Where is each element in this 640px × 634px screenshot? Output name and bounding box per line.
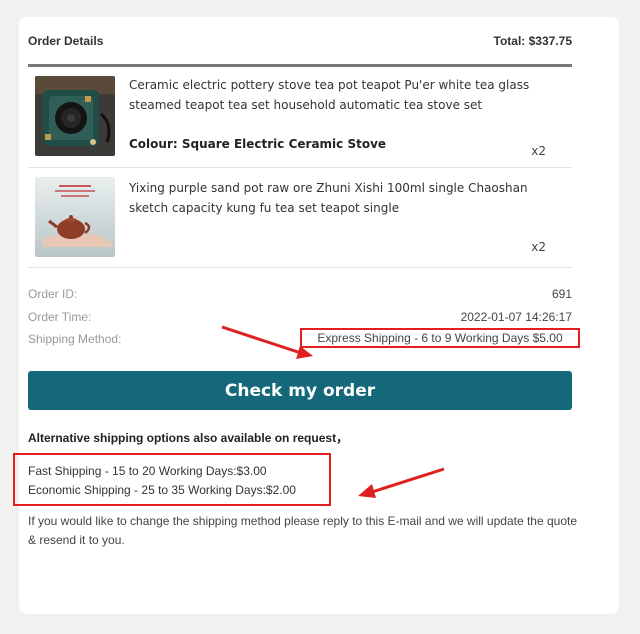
- electric-stove-thumbnail[interactable]: [35, 76, 115, 156]
- order-details-title: Order Details: [28, 34, 104, 48]
- item-quantity: x2: [531, 144, 546, 158]
- order-id-value: 691: [551, 287, 572, 301]
- shipping-method-label: Shipping Method:: [28, 332, 122, 346]
- change-shipping-note: If you would like to change the shipping…: [28, 514, 577, 547]
- item-title[interactable]: Ceramic electric pottery stove tea pot t…: [129, 75, 549, 115]
- shipping-method-value: Express Shipping - 6 to 9 Working Days $…: [317, 331, 563, 345]
- order-time-row: Order Time: 2022-01-07 14:26:17: [28, 309, 572, 325]
- order-id-label: Order ID:: [28, 287, 78, 301]
- order-item[interactable]: Yixing purple sand pot raw ore Zhuni Xis…: [28, 168, 572, 268]
- economic-shipping-option: Economic Shipping - 25 to 35 Working Day…: [28, 483, 296, 497]
- item-variant: Colour: Square Electric Ceramic Stove: [129, 137, 387, 151]
- fast-shipping-option: Fast Shipping - 15 to 20 Working Days:$3…: [28, 464, 267, 478]
- clay-teapot-thumbnail[interactable]: [35, 177, 115, 257]
- order-id-row: Order ID: 691: [28, 286, 572, 302]
- check-my-order-button[interactable]: Check my order: [28, 371, 572, 410]
- order-total: Total: $337.75: [493, 34, 572, 48]
- alternative-shipping-heading: Alternative shipping options also availa…: [28, 431, 349, 445]
- item-title[interactable]: Yixing purple sand pot raw ore Zhuni Xis…: [129, 178, 549, 218]
- order-time-label: Order Time:: [28, 310, 92, 324]
- shipping-method-highlight: Express Shipping - 6 to 9 Working Days $…: [300, 328, 580, 348]
- item-quantity: x2: [531, 240, 546, 254]
- order-item[interactable]: Ceramic electric pottery stove tea pot t…: [28, 67, 572, 168]
- alternative-options-highlight: [13, 453, 331, 506]
- order-header: Order Details Total: $337.75: [28, 33, 572, 49]
- order-time-value: 2022-01-07 14:26:17: [460, 310, 572, 324]
